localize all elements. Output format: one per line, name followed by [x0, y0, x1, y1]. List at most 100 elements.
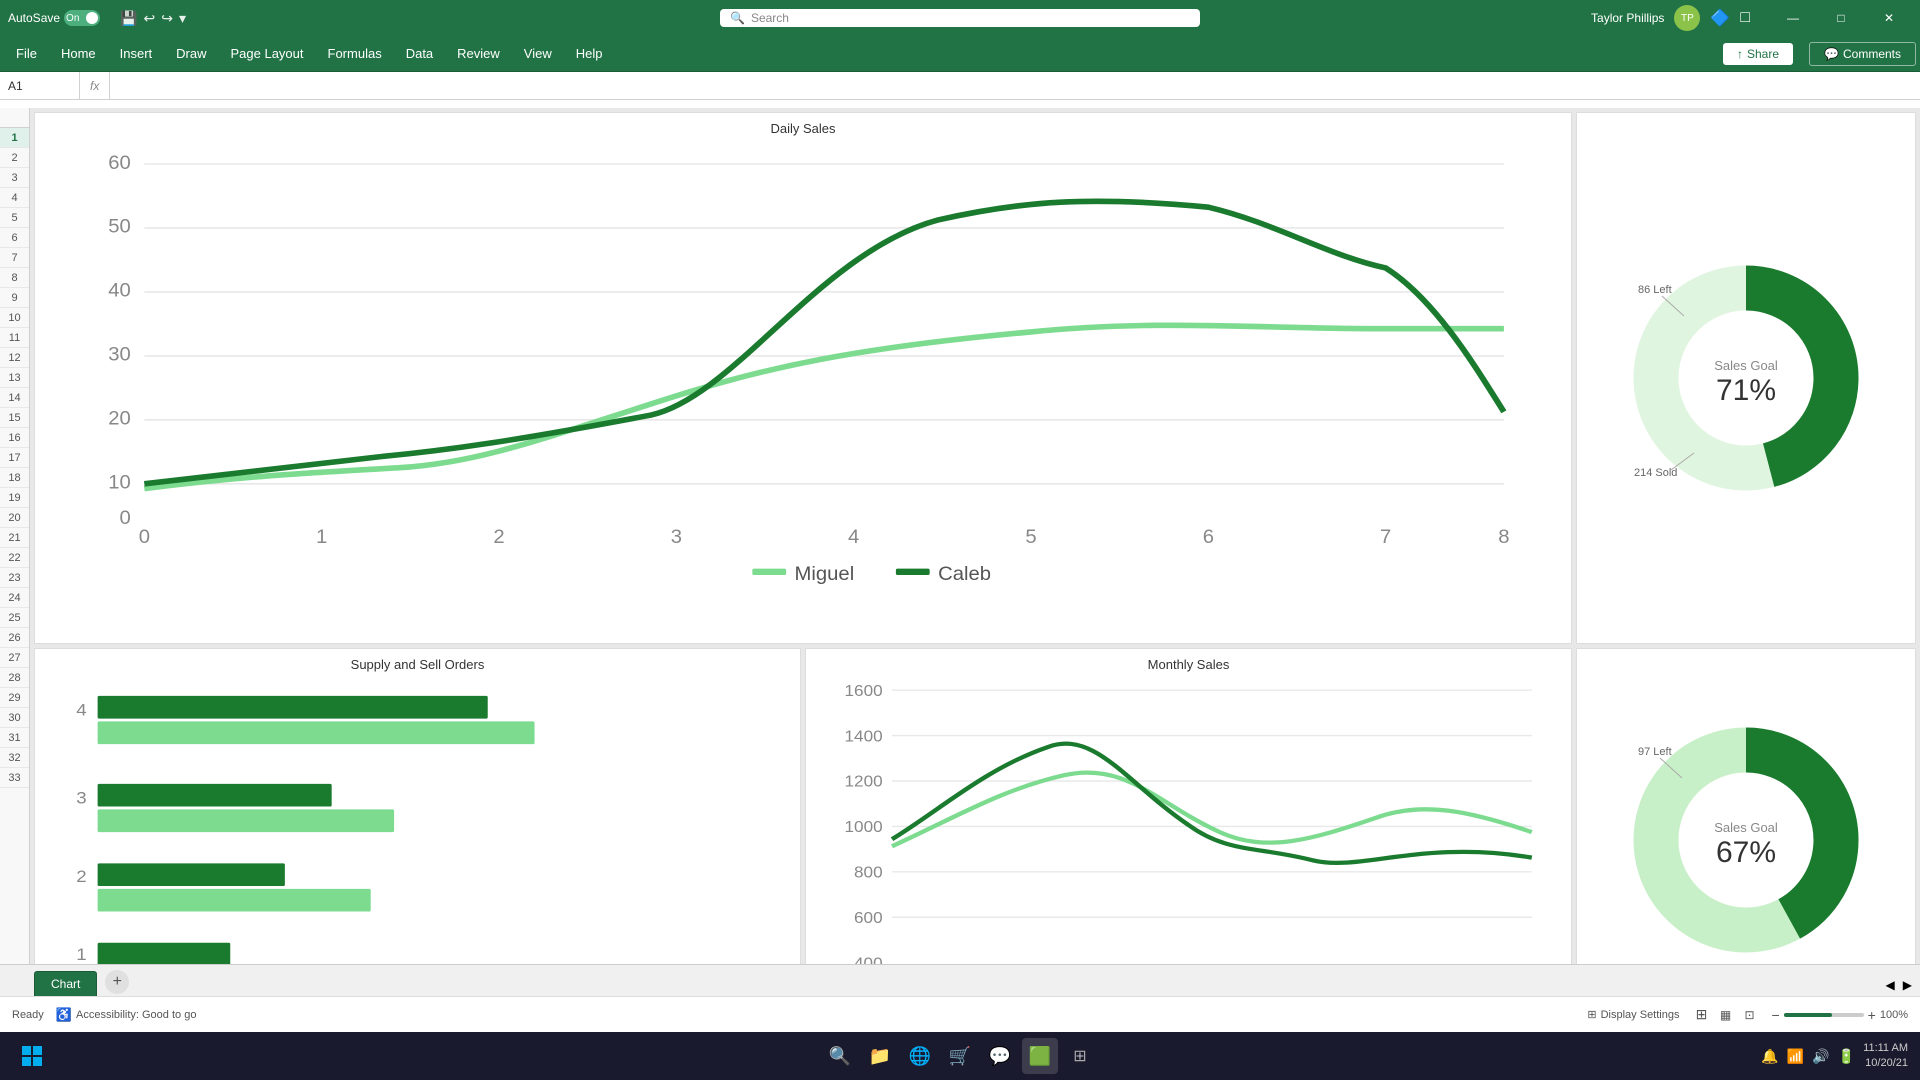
display-settings-button[interactable]: ⊞ Display Settings [1587, 1008, 1679, 1021]
save-icon[interactable]: 💾 [120, 10, 137, 27]
more-icon[interactable]: ▾ [179, 10, 186, 27]
taskbar-excel-icon[interactable]: 🟩 [1022, 1038, 1058, 1074]
row-20[interactable]: 20 [0, 508, 29, 528]
comments-button[interactable]: 💬 Comments [1809, 42, 1916, 66]
zoom-in-button[interactable]: + [1868, 1007, 1876, 1023]
row-11[interactable]: 11 [0, 328, 29, 348]
undo-icon[interactable]: ↩ [143, 10, 155, 27]
row-27[interactable]: 27 [0, 648, 29, 668]
taskbar-browser-icon[interactable]: 🌐 [902, 1038, 938, 1074]
menubar: File Home Insert Draw Page Layout Formul… [0, 36, 1920, 72]
row-21[interactable]: 21 [0, 528, 29, 548]
menu-insert[interactable]: Insert [108, 42, 165, 65]
taskbar-store-icon[interactable]: 🛒 [942, 1038, 978, 1074]
row-23[interactable]: 23 [0, 568, 29, 588]
battery-icon[interactable]: 🔋 [1838, 1048, 1855, 1065]
wifi-icon[interactable]: 📶 [1787, 1048, 1804, 1065]
row-24[interactable]: 24 [0, 588, 29, 608]
share-button[interactable]: ↑ Share [1723, 43, 1793, 65]
menu-view[interactable]: View [512, 42, 564, 65]
row-1[interactable]: 1 [0, 128, 29, 148]
row-22[interactable]: 22 [0, 548, 29, 568]
clock: 11:11 AM 10/20/21 [1863, 1041, 1908, 1072]
taskbar-center-icons: 🔍 📁 🌐 🛒 💬 🟩 ⊞ [822, 1038, 1098, 1074]
normal-view-icon[interactable]: ⊞ [1691, 1005, 1711, 1025]
taskbar-messages-icon[interactable]: 💬 [982, 1038, 1018, 1074]
row-3[interactable]: 3 [0, 168, 29, 188]
accessibility-text: Accessibility: Good to go [76, 1009, 196, 1021]
row-8[interactable]: 8 [0, 268, 29, 288]
zoom-slider[interactable] [1784, 1013, 1864, 1017]
row-18[interactable]: 18 [0, 468, 29, 488]
menu-home[interactable]: Home [49, 42, 108, 65]
menu-review[interactable]: Review [445, 42, 512, 65]
office-icon[interactable]: 🔷 [1710, 8, 1730, 28]
menu-page-layout[interactable]: Page Layout [219, 42, 316, 65]
row-6[interactable]: 6 [0, 228, 29, 248]
row-16[interactable]: 16 [0, 428, 29, 448]
notification-icon[interactable]: 🔔 [1761, 1048, 1778, 1065]
volume-icon[interactable]: 🔊 [1812, 1048, 1829, 1065]
autosave-toggle[interactable]: On [64, 10, 100, 26]
row-7[interactable]: 7 [0, 248, 29, 268]
scroll-left-icon[interactable]: ◀ [1882, 974, 1899, 996]
row-28[interactable]: 28 [0, 668, 29, 688]
minimize-button[interactable]: — [1770, 0, 1816, 36]
search-box[interactable]: 🔍 Search [720, 9, 1200, 27]
row-12[interactable]: 12 [0, 348, 29, 368]
chart-tab[interactable]: Chart [34, 971, 97, 996]
svg-text:600: 600 [854, 909, 883, 926]
menu-formulas[interactable]: Formulas [316, 42, 394, 65]
row-29[interactable]: 29 [0, 688, 29, 708]
autosave-section: AutoSave On [8, 10, 100, 26]
menu-help[interactable]: Help [564, 42, 615, 65]
row-10[interactable]: 10 [0, 308, 29, 328]
svg-text:0: 0 [120, 507, 131, 528]
svg-text:Sales Goal: Sales Goal [1714, 358, 1778, 373]
taskbar-widgets-icon[interactable]: ⊞ [1062, 1038, 1098, 1074]
row-15[interactable]: 15 [0, 408, 29, 428]
cell-reference[interactable]: A1 [0, 72, 80, 99]
svg-text:3: 3 [76, 788, 86, 807]
row-9[interactable]: 9 [0, 288, 29, 308]
maximize-button[interactable]: □ [1818, 0, 1864, 36]
taskbar-search-icon[interactable]: 🔍 [822, 1038, 858, 1074]
row-17[interactable]: 17 [0, 448, 29, 468]
row-32[interactable]: 32 [0, 748, 29, 768]
menu-draw[interactable]: Draw [164, 42, 218, 65]
svg-text:30: 30 [108, 344, 131, 365]
add-sheet-button[interactable]: + [105, 970, 129, 994]
row-25[interactable]: 25 [0, 608, 29, 628]
row-33[interactable]: 33 [0, 768, 29, 788]
redo-icon[interactable]: ↪ [161, 10, 173, 27]
menu-file[interactable]: File [4, 42, 49, 65]
monthly-svg: 1600 1400 1200 1000 800 600 400 [814, 676, 1563, 988]
window-controls: — □ ✕ [1770, 0, 1912, 36]
menu-data[interactable]: Data [394, 42, 445, 65]
supply-svg2: 4 3 2 1 [43, 676, 792, 988]
account-icon[interactable]: □ [1740, 9, 1750, 27]
svg-text:1200: 1200 [845, 773, 883, 790]
zoom-out-button[interactable]: − [1771, 1007, 1779, 1023]
row-31[interactable]: 31 [0, 728, 29, 748]
row-19[interactable]: 19 [0, 488, 29, 508]
row-14[interactable]: 14 [0, 388, 29, 408]
page-layout-view-icon[interactable]: ▦ [1715, 1005, 1735, 1025]
row-30[interactable]: 30 [0, 708, 29, 728]
taskbar-file-explorer-icon[interactable]: 📁 [862, 1038, 898, 1074]
row-2[interactable]: 2 [0, 148, 29, 168]
row-26[interactable]: 26 [0, 628, 29, 648]
close-button[interactable]: ✕ [1866, 0, 1912, 36]
svg-text:3: 3 [671, 526, 682, 547]
start-button[interactable] [12, 1036, 52, 1076]
supply-title: Supply and Sell Orders [43, 657, 792, 672]
row-13[interactable]: 13 [0, 368, 29, 388]
row-4[interactable]: 4 [0, 188, 29, 208]
scroll-right-icon[interactable]: ▶ [1899, 974, 1916, 996]
accessibility-icon: ♿ [56, 1007, 72, 1023]
page-break-view-icon[interactable]: ⊡ [1739, 1005, 1759, 1025]
accessibility-status: ♿ Accessibility: Good to go [56, 1007, 197, 1023]
row-5[interactable]: 5 [0, 208, 29, 228]
svg-text:20: 20 [108, 408, 131, 429]
charts-grid: Daily Sales 60 50 40 30 20 10 0 0 1 [30, 108, 1920, 996]
